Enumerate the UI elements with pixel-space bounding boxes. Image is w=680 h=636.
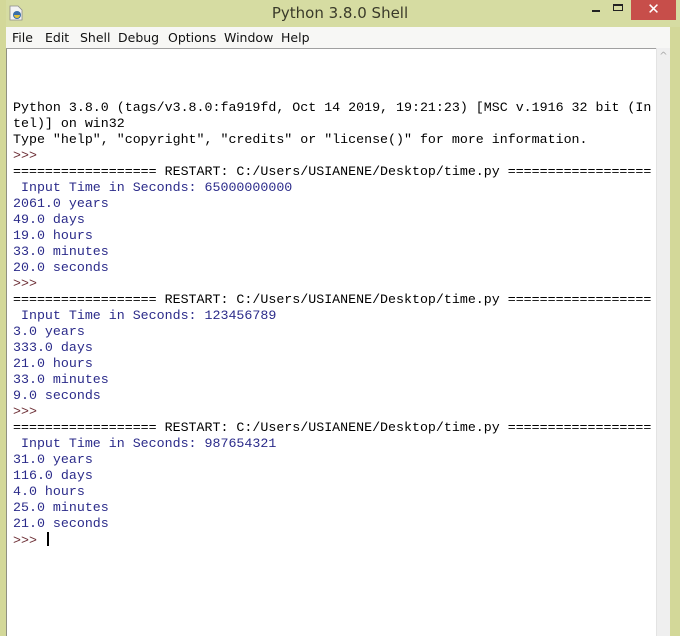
menu-shell[interactable]: Shell bbox=[80, 30, 111, 45]
restart-line: ================== RESTART: C:/Users/USI… bbox=[13, 292, 652, 307]
banner-line: Type "help", "copyright", "credits" or "… bbox=[13, 132, 588, 147]
title-bar[interactable]: Python 3.8.0 Shell ✕ bbox=[0, 0, 680, 27]
maximize-button[interactable] bbox=[606, 0, 633, 20]
stdout-line: 333.0 days bbox=[13, 340, 93, 355]
restart-line: ================== RESTART: C:/Users/USI… bbox=[13, 164, 652, 179]
menu-options[interactable]: Options bbox=[168, 30, 216, 45]
menu-edit[interactable]: Edit bbox=[45, 30, 69, 45]
shell-text-area[interactable]: Python 3.8.0 (tags/v3.8.0:fa919fd, Oct 1… bbox=[6, 48, 656, 636]
window-title: Python 3.8.0 Shell bbox=[271, 4, 409, 22]
stdout-line: Input Time in Seconds: 123456789 bbox=[13, 308, 277, 323]
stdout-line: 116.0 days bbox=[13, 468, 93, 483]
input-line[interactable]: >>> bbox=[13, 532, 651, 548]
close-button[interactable]: ✕ bbox=[631, 0, 676, 20]
banner-line: Python 3.8.0 (tags/v3.8.0:fa919fd, Oct 1… bbox=[13, 100, 652, 115]
stdout-line: 2061.0 years bbox=[13, 196, 109, 211]
stdout-line: 9.0 seconds bbox=[13, 388, 101, 403]
restart-line: ================== RESTART: C:/Users/USI… bbox=[13, 420, 652, 435]
prompt-line: >>> bbox=[13, 276, 45, 291]
stdout-line: Input Time in Seconds: 987654321 bbox=[13, 436, 277, 451]
prompt-line: >>> bbox=[13, 148, 45, 163]
maximize-icon bbox=[613, 4, 623, 11]
idle-shell-window: Python 3.8.0 Shell ✕ File Edit Shell Deb… bbox=[0, 0, 680, 636]
vertical-scrollbar[interactable]: ^ bbox=[656, 48, 670, 636]
prompt-line: >>> bbox=[13, 404, 45, 419]
stdout-line: 33.0 minutes bbox=[13, 244, 109, 259]
current-prompt: >>> bbox=[13, 533, 45, 548]
menu-file[interactable]: File bbox=[12, 30, 33, 45]
minimize-icon bbox=[592, 10, 600, 12]
menu-debug[interactable]: Debug bbox=[118, 30, 159, 45]
stdout-line: 4.0 hours bbox=[13, 484, 85, 499]
stdout-line: 31.0 years bbox=[13, 452, 93, 467]
stdout-line: 3.0 years bbox=[13, 324, 85, 339]
scroll-up-arrow-icon[interactable]: ^ bbox=[657, 50, 670, 64]
stdout-line: 21.0 seconds bbox=[13, 516, 109, 531]
menu-help[interactable]: Help bbox=[281, 30, 310, 45]
window-right-border bbox=[670, 27, 680, 636]
menu-bar: File Edit Shell Debug Options Window Hel… bbox=[6, 27, 670, 49]
stdout-line: 20.0 seconds bbox=[13, 260, 109, 275]
stdout-line: Input Time in Seconds: 65000000000 bbox=[13, 180, 293, 195]
stdout-line: 21.0 hours bbox=[13, 356, 93, 371]
text-cursor bbox=[46, 532, 49, 546]
shell-client-area: Python 3.8.0 (tags/v3.8.0:fa919fd, Oct 1… bbox=[6, 48, 670, 636]
stdout-line: 33.0 minutes bbox=[13, 372, 109, 387]
stdout-line: 19.0 hours bbox=[13, 228, 93, 243]
shell-output: Python 3.8.0 (tags/v3.8.0:fa919fd, Oct 1… bbox=[13, 52, 651, 548]
banner-line: tel)] on win32 bbox=[13, 116, 125, 131]
menu-window[interactable]: Window bbox=[224, 30, 273, 45]
stdout-line: 49.0 days bbox=[13, 212, 85, 227]
close-icon: ✕ bbox=[647, 0, 660, 18]
stdout-line: 25.0 minutes bbox=[13, 500, 109, 515]
